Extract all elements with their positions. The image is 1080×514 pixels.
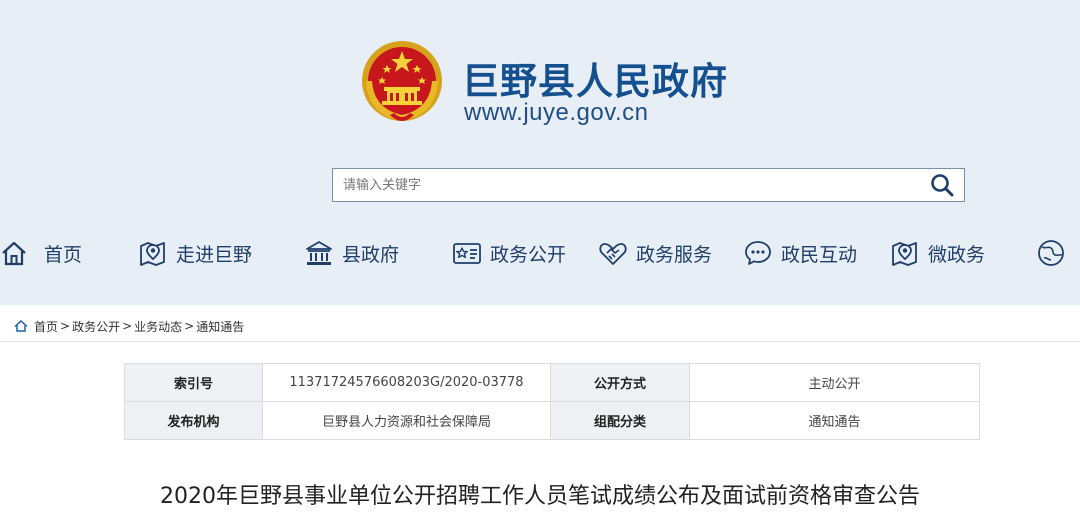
document-meta-table: 索引号 11371724576608203G/2020-03778 公开方式 主… bbox=[124, 363, 980, 440]
breadcrumb-government-affairs[interactable]: 政务公开 bbox=[72, 318, 120, 335]
map-pin-icon bbox=[892, 242, 917, 266]
search-bar bbox=[332, 168, 965, 202]
breadcrumb-separator: > bbox=[60, 319, 71, 333]
meta-value-category: 通知通告 bbox=[689, 401, 980, 440]
nav-label: 政务公开 bbox=[490, 243, 567, 266]
globe-icon bbox=[1038, 240, 1064, 266]
map-pin-icon bbox=[140, 242, 165, 266]
table-row: 发布机构 巨野县人力资源和社会保障局 组配分类 通知通告 bbox=[124, 401, 980, 440]
search-icon[interactable] bbox=[928, 172, 956, 198]
nav-item-public-interaction[interactable]: 政民互动 bbox=[743, 230, 857, 276]
breadcrumb-home[interactable]: 首页 bbox=[34, 318, 58, 335]
meta-key-publisher: 发布机构 bbox=[124, 401, 263, 440]
nav-item-home[interactable]: 首页 bbox=[0, 230, 82, 276]
nav-item-about-juye[interactable]: 走进巨野 bbox=[138, 230, 252, 276]
main-nav: 首页 走进巨野 县政府 政务公开 政务服务 政民互动 微政务 bbox=[0, 230, 1080, 276]
nav-item-government-services[interactable]: 政务服务 bbox=[598, 230, 712, 276]
nav-label: 微政务 bbox=[928, 243, 986, 266]
nav-label: 政务服务 bbox=[636, 243, 713, 266]
site-url[interactable]: www.juye.gov.cn bbox=[464, 99, 648, 127]
breadcrumb-business-news[interactable]: 业务动态 bbox=[134, 318, 182, 335]
nav-label: 首页 bbox=[44, 243, 83, 266]
site-title[interactable]: 巨野县人民政府 bbox=[462, 51, 728, 105]
nav-label: 县政府 bbox=[342, 243, 400, 266]
meta-key-index-number: 索引号 bbox=[124, 363, 263, 402]
government-building-icon bbox=[306, 241, 332, 265]
nav-item-micro-government[interactable]: 微政务 bbox=[890, 230, 985, 276]
meta-value-publisher: 巨野县人力资源和社会保障局 bbox=[262, 401, 551, 440]
breadcrumb-separator: > bbox=[122, 319, 133, 333]
breadcrumb-notices[interactable]: 通知通告 bbox=[196, 318, 244, 335]
table-row: 索引号 11371724576608203G/2020-03778 公开方式 主… bbox=[124, 363, 980, 402]
breadcrumb: 首页 > 政务公开 > 业务动态 > 通知通告 bbox=[14, 317, 244, 335]
home-icon[interactable] bbox=[14, 320, 28, 332]
meta-value-disclosure-method: 主动公开 bbox=[689, 363, 980, 402]
handshake-heart-icon bbox=[599, 243, 627, 265]
national-emblem-icon bbox=[362, 41, 442, 121]
breadcrumb-separator: > bbox=[184, 319, 195, 333]
nav-label: 政民互动 bbox=[781, 243, 858, 266]
search-input[interactable] bbox=[343, 169, 923, 201]
nav-item-county-government[interactable]: 县政府 bbox=[304, 230, 399, 276]
breadcrumb-divider bbox=[0, 341, 1080, 342]
meta-value-index-number: 11371724576608203G/2020-03778 bbox=[262, 363, 551, 402]
nav-item-data[interactable]: 数 bbox=[1036, 230, 1080, 276]
site-header: 巨野县人民政府 www.juye.gov.cn 首页 走进巨野 bbox=[0, 0, 1080, 305]
meta-key-category: 组配分类 bbox=[550, 401, 690, 440]
id-card-icon bbox=[453, 243, 481, 264]
meta-key-disclosure-method: 公开方式 bbox=[550, 363, 690, 402]
nav-label: 走进巨野 bbox=[176, 243, 253, 266]
chat-bubble-icon bbox=[745, 241, 771, 265]
article-title: 2020年巨野县事业单位公开招聘工作人员笔试成绩公布及面试前资格审查公告 bbox=[160, 484, 920, 509]
home-icon bbox=[2, 241, 26, 266]
nav-item-government-affairs-disclosure[interactable]: 政务公开 bbox=[452, 230, 566, 276]
